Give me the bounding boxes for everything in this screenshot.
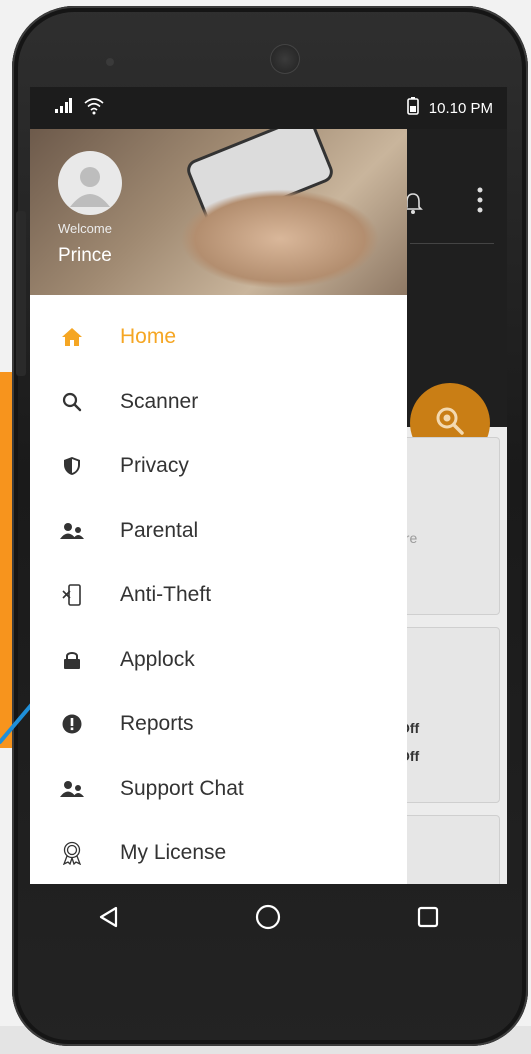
menu-item-applock[interactable]: Applock <box>30 628 407 693</box>
navigation-drawer: Welcome Prince Home Scanner Privacy Pare… <box>30 129 407 884</box>
support-icon <box>30 780 120 798</box>
info-card[interactable] <box>392 815 500 884</box>
alert-icon <box>30 714 120 734</box>
recents-icon[interactable] <box>417 906 439 933</box>
family-icon <box>30 522 120 540</box>
menu-item-scanner[interactable]: Scanner <box>30 370 407 435</box>
search-icon <box>30 392 120 412</box>
menu-item-label: Reports <box>120 712 194 736</box>
user-name: Prince <box>58 245 112 266</box>
feature-card[interactable]: ore <box>392 437 500 615</box>
menu-item-my-license[interactable]: My License <box>30 821 407 884</box>
header-divider <box>410 243 494 244</box>
earpiece-speaker <box>270 44 300 74</box>
signal-icon <box>54 97 72 119</box>
menu-item-label: Parental <box>120 518 199 542</box>
more-options-icon[interactable] <box>477 187 483 218</box>
shield-icon <box>30 456 120 476</box>
wifi-icon <box>84 97 104 120</box>
welcome-label: Welcome <box>58 221 112 236</box>
menu-item-label: Privacy <box>120 454 189 478</box>
battery-icon <box>406 97 419 119</box>
home-icon <box>30 327 120 347</box>
drawer-menu: Home Scanner Privacy Parental Anti-Theft… <box>30 305 407 884</box>
header-photo-hand <box>180 189 380 289</box>
menu-item-parental[interactable]: Parental <box>30 499 407 564</box>
status-time: 10.10 PM <box>428 99 493 117</box>
award-icon <box>30 841 120 866</box>
front-sensor <box>106 58 114 66</box>
side-button <box>16 211 26 376</box>
lock-icon <box>30 650 120 670</box>
menu-item-label: Support Chat <box>120 776 244 800</box>
menu-item-label: Anti-Theft <box>120 583 212 607</box>
phone-screen: 10.10 PM ore Off Off Welcome Prince Home… <box>30 87 507 884</box>
drawer-header: Welcome Prince <box>30 129 407 295</box>
status-bar: 10.10 PM <box>30 87 507 129</box>
menu-item-anti-theft[interactable]: Anti-Theft <box>30 563 407 628</box>
back-icon[interactable] <box>98 906 120 933</box>
android-nav-bar <box>30 884 507 954</box>
home-circle-icon[interactable] <box>255 904 281 935</box>
menu-item-label: Home <box>120 325 177 349</box>
menu-item-label: Scanner <box>120 389 199 413</box>
avatar[interactable] <box>58 151 122 215</box>
menu-item-privacy[interactable]: Privacy <box>30 434 407 499</box>
menu-item-label: Applock <box>120 647 195 671</box>
menu-item-reports[interactable]: Reports <box>30 692 407 757</box>
status-card[interactable]: Off Off <box>392 627 500 803</box>
menu-item-home[interactable]: Home <box>30 305 407 370</box>
menu-item-label: My License <box>120 841 227 865</box>
phone-exit-icon <box>30 584 120 607</box>
menu-item-support-chat[interactable]: Support Chat <box>30 757 407 822</box>
